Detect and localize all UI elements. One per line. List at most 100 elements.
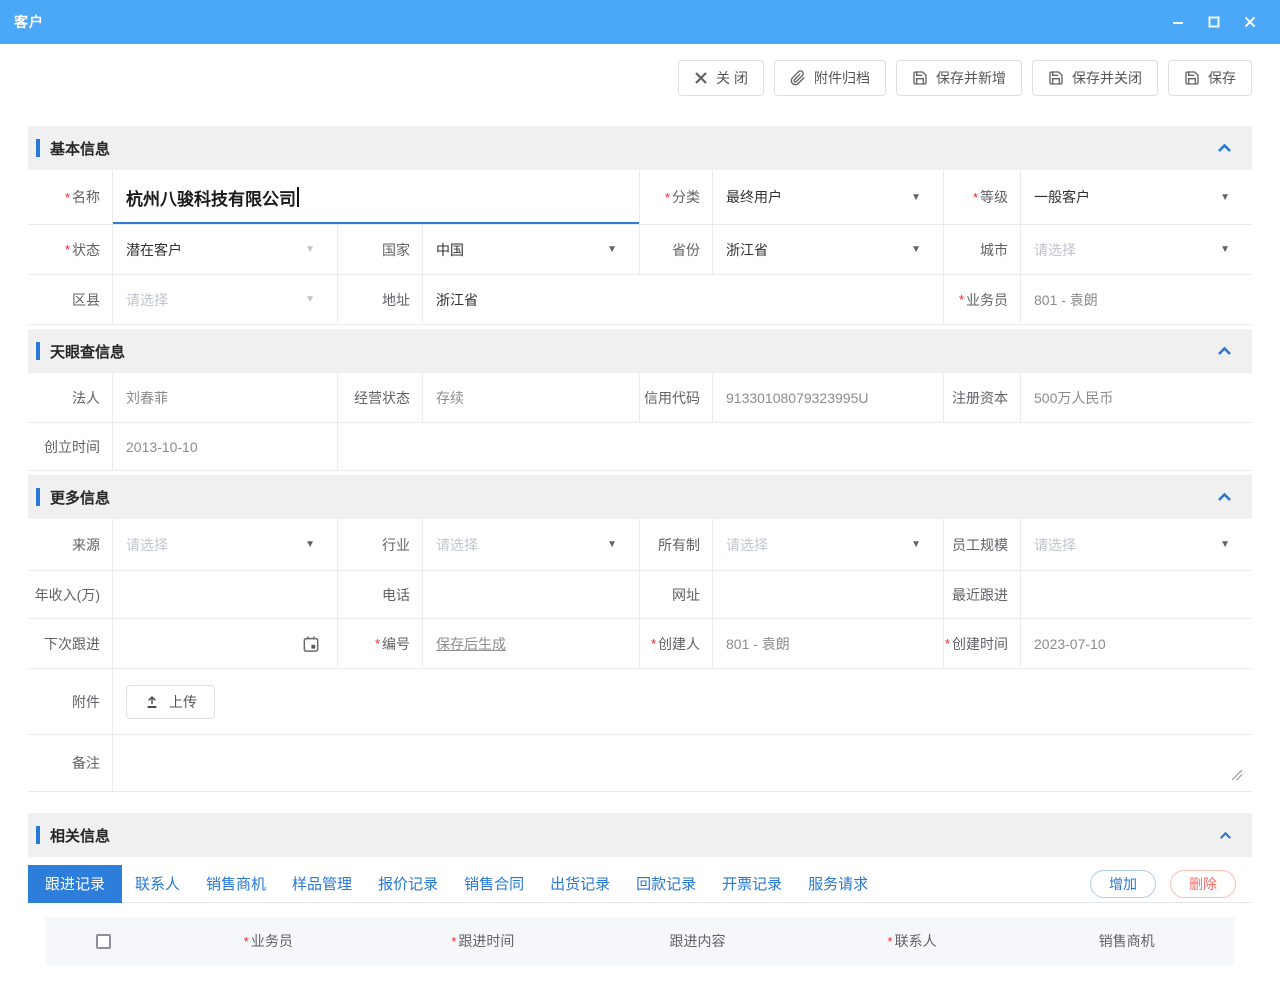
website-label: 网址 (640, 571, 713, 618)
province-label: 省份 (640, 225, 713, 274)
attachment-field: 上传 (113, 669, 1252, 734)
accent-bar (36, 139, 40, 157)
remark-textarea[interactable] (113, 735, 1252, 791)
add-button[interactable]: 增加 (1090, 870, 1156, 898)
tab-invoice-records[interactable]: 开票记录 (709, 865, 795, 903)
province-select[interactable]: 浙江省▼ (713, 225, 944, 274)
phone-input[interactable] (423, 571, 640, 618)
delete-button[interactable]: 删除 (1170, 870, 1236, 898)
attachment-archive-button[interactable]: 附件归档 (774, 60, 886, 96)
dropdown-arrow-icon: ▼ (911, 192, 921, 203)
collapse-button[interactable] (1219, 831, 1232, 840)
maximize-icon (1207, 15, 1221, 29)
dropdown-arrow-icon: ▼ (1220, 244, 1230, 255)
address-input[interactable]: 浙江省 (423, 275, 944, 324)
next-followup-date-input[interactable] (113, 619, 338, 668)
tab-contacts[interactable]: 联系人 (122, 865, 193, 903)
chevron-up-icon (1217, 346, 1232, 356)
ownership-select[interactable]: 请选择▼ (713, 519, 944, 570)
collapse-button[interactable] (1217, 346, 1232, 356)
district-label: 区县 (28, 275, 113, 324)
close-icon (694, 71, 708, 85)
created-time-label: *创建时间 (944, 619, 1021, 668)
minimize-button[interactable] (1170, 14, 1186, 30)
attachment-label: 附件 (28, 669, 113, 734)
save-and-close-button[interactable]: 保存并关闭 (1032, 60, 1158, 96)
tab-sample-management[interactable]: 样品管理 (279, 865, 365, 903)
source-select[interactable]: 请选择▼ (113, 519, 338, 570)
dropdown-arrow-icon: ▼ (305, 244, 315, 255)
close-form-button[interactable]: 关 闭 (678, 60, 764, 96)
save-button[interactable]: 保存 (1168, 60, 1252, 96)
toolbar: 关 闭 附件归档 保存并新增 保存并关闭 保存 (0, 44, 1280, 96)
column-header-salesperson: *业务员 (161, 931, 376, 951)
dropdown-arrow-icon: ▼ (305, 294, 315, 305)
salesperson-field: 801 - 袁朗 (1021, 275, 1252, 324)
followup-table-header: *业务员 *跟进时间 跟进内容 *联系人 销售商机 (46, 917, 1234, 965)
resize-handle[interactable] (1231, 769, 1243, 781)
dropdown-arrow-icon: ▼ (911, 539, 921, 550)
collapse-button[interactable] (1217, 143, 1232, 153)
tab-service-requests[interactable]: 服务请求 (795, 865, 881, 903)
founded-date-field: 2013-10-10 (113, 423, 338, 470)
legal-person-field: 刘春菲 (113, 373, 338, 422)
ownership-label: 所有制 (640, 519, 713, 570)
code-label: *编号 (338, 619, 423, 668)
section-title: 更多信息 (50, 487, 110, 508)
category-label: *分类 (640, 170, 713, 224)
section-tianyancha-info: 天眼查信息 法人 刘春菲 经营状态 存续 信用代码 91330108079323… (28, 329, 1252, 471)
tab-followup-records[interactable]: 跟进记录 (28, 865, 122, 903)
city-select[interactable]: 请选择▼ (1021, 225, 1252, 274)
annual-revenue-label: 年收入(万) (28, 571, 113, 618)
attachment-archive-label: 附件归档 (814, 68, 870, 88)
window-titlebar: 客户 (0, 0, 1280, 44)
column-header-followup-content: 跟进内容 (590, 931, 805, 951)
remark-label: 备注 (28, 735, 113, 791)
tab-payment-records[interactable]: 回款记录 (623, 865, 709, 903)
section-basic-info: 基本信息 *名称 杭州八骏科技有限公司 *分类 最终用户▼ *等级 一般客户▼ … (28, 126, 1252, 325)
minimize-icon (1171, 15, 1185, 29)
tab-quotation-records[interactable]: 报价记录 (365, 865, 451, 903)
dropdown-arrow-icon: ▼ (1220, 539, 1230, 550)
tab-sales-contracts[interactable]: 销售合同 (451, 865, 537, 903)
employee-scale-select[interactable]: 请选择▼ (1021, 519, 1252, 570)
text-cursor (297, 187, 299, 207)
select-all-checkbox[interactable] (96, 934, 111, 949)
website-input[interactable] (713, 571, 944, 618)
level-select[interactable]: 一般客户▼ (1021, 170, 1252, 224)
next-followup-label: 下次跟进 (28, 619, 113, 668)
window-title: 客户 (14, 12, 44, 32)
column-header-contact: *联系人 (805, 931, 1020, 951)
operating-status-label: 经营状态 (338, 373, 423, 422)
upload-label: 上传 (169, 692, 197, 712)
district-select: 请选择▼ (113, 275, 338, 324)
maximize-button[interactable] (1206, 14, 1222, 30)
chevron-up-icon (1217, 492, 1232, 502)
save-and-new-button[interactable]: 保存并新增 (896, 60, 1022, 96)
tab-sales-opportunities[interactable]: 销售商机 (193, 865, 279, 903)
upload-button[interactable]: 上传 (126, 685, 215, 719)
accent-bar (36, 488, 40, 506)
save-icon (1048, 70, 1064, 86)
country-select[interactable]: 中国▼ (423, 225, 640, 274)
close-icon (1243, 15, 1257, 29)
code-field: 保存后生成 (423, 619, 640, 668)
dropdown-arrow-icon: ▼ (607, 244, 617, 255)
legal-person-label: 法人 (28, 373, 113, 422)
level-label: *等级 (944, 170, 1021, 224)
save-label: 保存 (1208, 68, 1236, 88)
chevron-up-icon (1219, 831, 1232, 840)
recent-followup-label: 最近跟进 (944, 571, 1021, 618)
section-header-tianyancha: 天眼查信息 (28, 329, 1252, 373)
upload-icon (144, 694, 160, 710)
collapse-button[interactable] (1217, 492, 1232, 502)
close-window-button[interactable] (1242, 14, 1258, 30)
industry-select[interactable]: 请选择▼ (423, 519, 640, 570)
section-header-more: 更多信息 (28, 475, 1252, 519)
tab-shipment-records[interactable]: 出货记录 (537, 865, 623, 903)
calendar-icon[interactable] (301, 634, 321, 654)
category-select[interactable]: 最终用户▼ (713, 170, 944, 224)
name-input[interactable]: 杭州八骏科技有限公司 (113, 170, 640, 224)
annual-revenue-input[interactable] (113, 571, 338, 618)
section-title: 相关信息 (50, 825, 110, 846)
